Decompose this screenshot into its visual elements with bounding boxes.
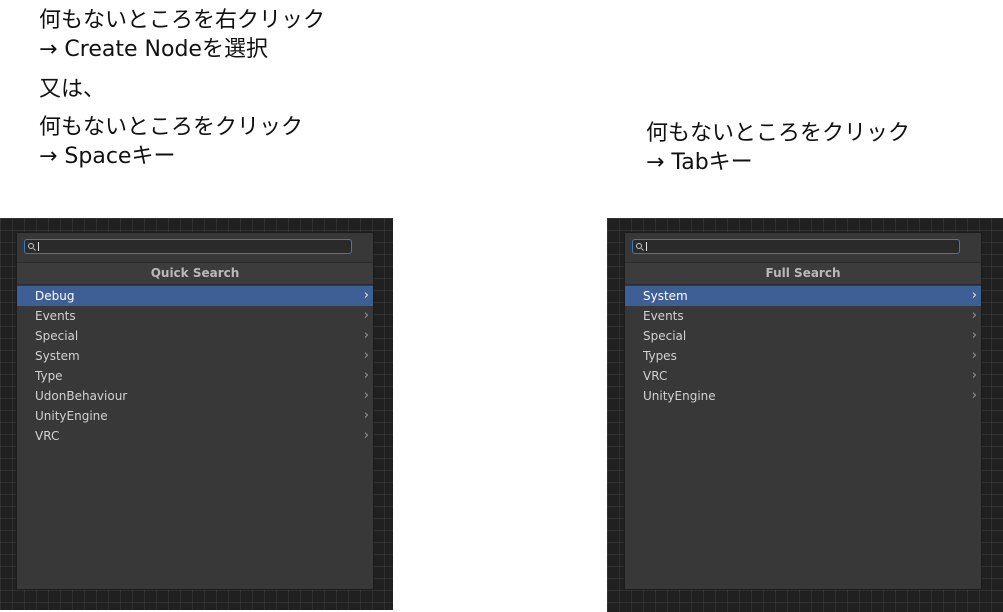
list-item[interactable]: Events ›: [625, 306, 981, 326]
list-item-label: Types: [643, 349, 677, 363]
quick-search-panel: Quick Search Debug › Events › Special › System…: [16, 232, 374, 590]
chevron-right-icon: ›: [971, 308, 977, 323]
list-item-label: UnityEngine: [35, 409, 108, 423]
text-caret: [646, 242, 647, 251]
chevron-right-icon: ›: [363, 408, 369, 423]
search-icon: [28, 243, 34, 249]
list-item-label: Special: [35, 329, 79, 343]
list-item-label: Special: [643, 329, 687, 343]
list-item[interactable]: Events ›: [17, 306, 373, 326]
chevron-right-icon: ›: [363, 388, 369, 403]
list-item[interactable]: Types ›: [625, 346, 981, 366]
instruction-line: 何もないところをクリック: [39, 115, 304, 140]
chevron-right-icon: ›: [971, 368, 977, 383]
chevron-right-icon: ›: [363, 308, 369, 323]
instruction-space-key: 何もないところをクリック → Spaceキー: [39, 113, 303, 171]
list-item-label: Debug: [35, 289, 75, 303]
panel-title: Quick Search: [17, 262, 373, 285]
full-search-panel: Full Search System › Events › Special › Types ›…: [624, 232, 982, 590]
instruction-line: → Create Nodeを選択: [39, 37, 268, 62]
search-icon: [636, 243, 642, 249]
list-item-label: UnityEngine: [643, 389, 716, 403]
chevron-right-icon: ›: [363, 288, 369, 303]
list-item-label: System: [643, 289, 688, 303]
search-results-list: System › Events › Special › Types › VRC › UnityEng…: [625, 286, 981, 406]
chevron-right-icon: ›: [971, 288, 977, 303]
instruction-line: → Spaceキー: [39, 144, 176, 169]
list-item[interactable]: UnityEngine ›: [625, 386, 981, 406]
instruction-tab-key: 何もないところをクリック → Tabキー: [646, 119, 910, 177]
list-item-label: Type: [35, 369, 63, 383]
instruction-or: 又は、: [39, 75, 105, 104]
list-item[interactable]: Special ›: [625, 326, 981, 346]
list-item[interactable]: VRC ›: [625, 366, 981, 386]
list-item[interactable]: Special ›: [17, 326, 373, 346]
list-item[interactable]: System ›: [17, 346, 373, 366]
chevron-right-icon: ›: [363, 348, 369, 363]
list-item[interactable]: UdonBehaviour ›: [17, 386, 373, 406]
list-item-label: Events: [35, 309, 76, 323]
list-item-label: System: [35, 349, 80, 363]
instruction-create-node: 何もないところを右クリック → Create Nodeを選択: [39, 6, 325, 64]
list-item-label: Events: [643, 309, 684, 323]
chevron-right-icon: ›: [363, 428, 369, 443]
chevron-right-icon: ›: [971, 348, 977, 363]
list-item[interactable]: System ›: [625, 286, 981, 306]
search-input[interactable]: [632, 239, 960, 254]
chevron-right-icon: ›: [363, 368, 369, 383]
list-item-label: UdonBehaviour: [35, 389, 128, 403]
list-item[interactable]: VRC ›: [17, 426, 373, 446]
chevron-right-icon: ›: [363, 328, 369, 343]
panel-title: Full Search: [625, 262, 981, 285]
list-item[interactable]: Debug ›: [17, 286, 373, 306]
instruction-line: → Tabキー: [646, 150, 753, 175]
search-input[interactable]: [24, 239, 352, 254]
chevron-right-icon: ›: [971, 388, 977, 403]
chevron-right-icon: ›: [971, 328, 977, 343]
list-item-label: VRC: [35, 429, 60, 443]
instruction-line: 何もないところを右クリック: [39, 8, 326, 33]
graph-canvas-left[interactable]: Quick Search Debug › Events › Special › System…: [0, 218, 393, 610]
instruction-line: 又は、: [39, 77, 106, 102]
list-item-label: VRC: [643, 369, 668, 383]
list-item[interactable]: Type ›: [17, 366, 373, 386]
text-caret: [38, 242, 39, 251]
list-item[interactable]: UnityEngine ›: [17, 406, 373, 426]
graph-canvas-right[interactable]: Full Search System › Events › Special › Types ›…: [607, 218, 1003, 612]
instruction-line: 何もないところをクリック: [646, 121, 911, 146]
search-results-list: Debug › Events › Special › System › Type › UdonBeh…: [17, 286, 373, 446]
